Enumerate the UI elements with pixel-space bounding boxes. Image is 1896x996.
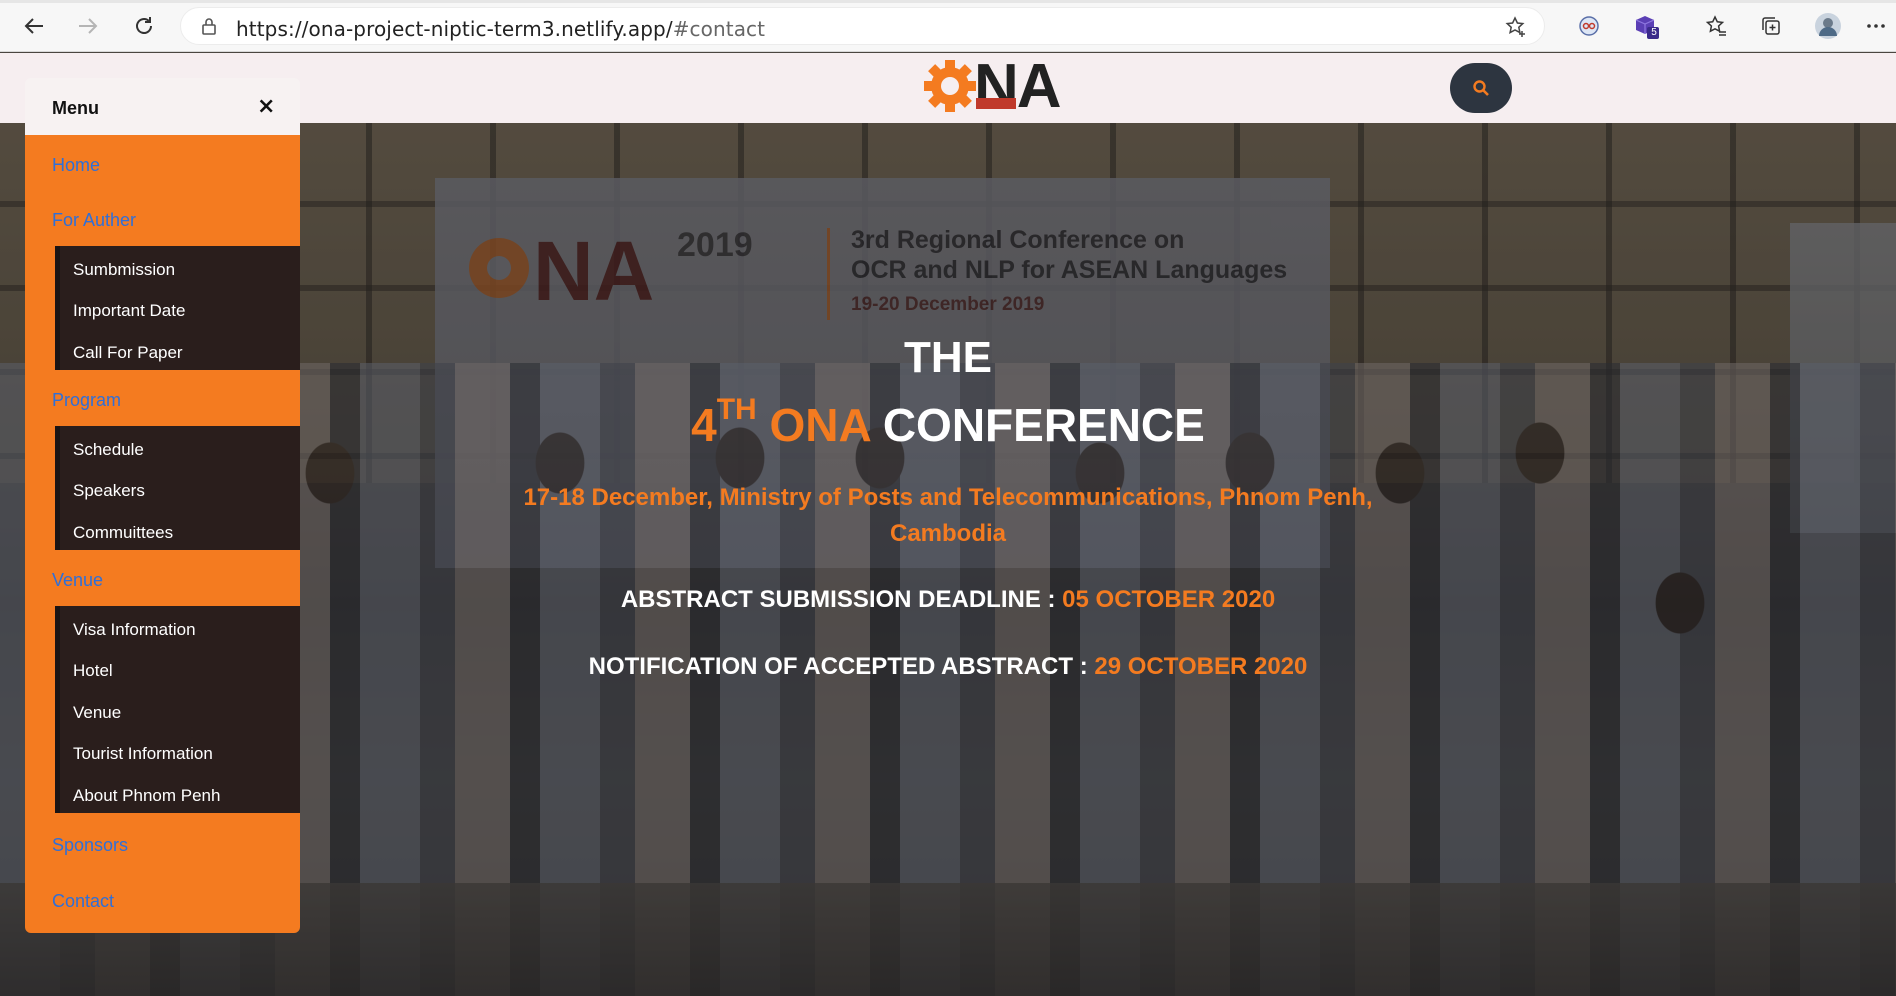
menu-item-call-for-paper[interactable]: Call For Paper: [73, 343, 183, 363]
browser-toolbar: https://ona-project-niptic-term3.netlify…: [0, 0, 1896, 52]
submenu-venue: Visa Information Hotel Venue Tourist Inf…: [55, 606, 300, 813]
url-text[interactable]: https://ona-project-niptic-term3.netlify…: [236, 17, 765, 41]
forward-arrow-icon: [79, 18, 98, 34]
url-fragment: #contact: [672, 17, 766, 41]
back-arrow-icon: [24, 18, 43, 34]
menu-item-contact[interactable]: Contact: [52, 891, 114, 912]
side-menu: Menu × Home For Auther Sumbmission Impor…: [25, 78, 300, 933]
menu-item-home[interactable]: Home: [52, 155, 100, 176]
menu-item-visa-information[interactable]: Visa Information: [73, 620, 196, 640]
profile-button[interactable]: [1814, 12, 1842, 40]
more-options-button[interactable]: [1862, 12, 1890, 40]
menu-item-program[interactable]: Program: [52, 390, 121, 411]
abstract-deadline-date: 05 OCTOBER 2020: [1062, 586, 1276, 613]
submenu-program: Schedule Speakers Commuittees: [55, 426, 300, 550]
submenu-for-auther: Sumbmission Important Date Call For Pape…: [55, 246, 300, 370]
hero-ona: ONA: [769, 399, 871, 451]
avatar-icon: [1815, 13, 1841, 39]
notification-label: NOTIFICATION OF ACCEPTED ABSTRACT :: [588, 653, 1088, 680]
logo-text: NA: [974, 52, 1062, 121]
menu-item-sponsors[interactable]: Sponsors: [52, 835, 128, 856]
menu-title: Menu: [52, 98, 99, 118]
menu-body: Home For Auther Sumbmission Important Da…: [25, 135, 300, 933]
menu-item-for-auther[interactable]: For Auther: [52, 210, 136, 231]
collections-button[interactable]: [1757, 12, 1785, 40]
abstract-deadline-label: ABSTRACT SUBMISSION DEADLINE :: [620, 586, 1056, 613]
hero-conference: CONFERENCE: [882, 399, 1205, 451]
ellipsis-icon: [1867, 24, 1885, 28]
menu-item-about-phnom-penh[interactable]: About Phnom Penh: [73, 786, 220, 806]
menu-item-submission[interactable]: Sumbmission: [73, 260, 175, 280]
menu-item-schedule[interactable]: Schedule: [73, 440, 144, 460]
ordinal-number: 4: [691, 399, 717, 451]
collections-icon: [1762, 17, 1780, 35]
search-button[interactable]: [1450, 63, 1512, 113]
ordinal-suffix: TH: [716, 393, 757, 426]
menu-item-hotel[interactable]: Hotel: [73, 661, 113, 681]
menu-item-tourist-information[interactable]: Tourist Information: [73, 744, 213, 764]
favorites-button[interactable]: [1702, 12, 1730, 40]
search-icon: [1473, 80, 1489, 96]
extension-icon-2[interactable]: 5: [1632, 12, 1660, 40]
logo-accent-bar: [976, 98, 1016, 109]
gear-icon: [924, 60, 976, 112]
close-icon[interactable]: ×: [257, 94, 275, 119]
menu-item-speakers[interactable]: Speakers: [73, 481, 145, 501]
reload-icon: [136, 17, 152, 34]
forward-button[interactable]: [72, 10, 104, 42]
reload-button[interactable]: [128, 10, 160, 42]
url-host: https://ona-project-niptic-term3.netlify…: [236, 17, 673, 41]
glasses-extension-icon: [1579, 16, 1599, 36]
ona-logo[interactable]: NA: [922, 52, 1092, 121]
menu-item-venue-sub[interactable]: Venue: [73, 703, 121, 723]
extension-badge: 5: [1651, 27, 1657, 38]
add-favorite-icon[interactable]: [1504, 15, 1528, 39]
back-button[interactable]: [18, 10, 50, 42]
favorites-star-icon: [1705, 15, 1726, 36]
menu-item-important-date[interactable]: Important Date: [73, 301, 185, 321]
address-bar[interactable]: https://ona-project-niptic-term3.netlify…: [180, 7, 1545, 45]
menu-item-venue[interactable]: Venue: [52, 570, 103, 591]
extension-icon-1[interactable]: [1575, 12, 1603, 40]
menu-item-committees[interactable]: Commuittees: [73, 523, 173, 543]
menu-header: Menu ×: [25, 78, 300, 135]
notification-date-value: 29 OCTOBER 2020: [1094, 653, 1308, 680]
hero-ordinal: 4TH: [691, 393, 757, 451]
lock-icon[interactable]: [199, 16, 219, 36]
tab-strip: [0, 0, 1896, 3]
